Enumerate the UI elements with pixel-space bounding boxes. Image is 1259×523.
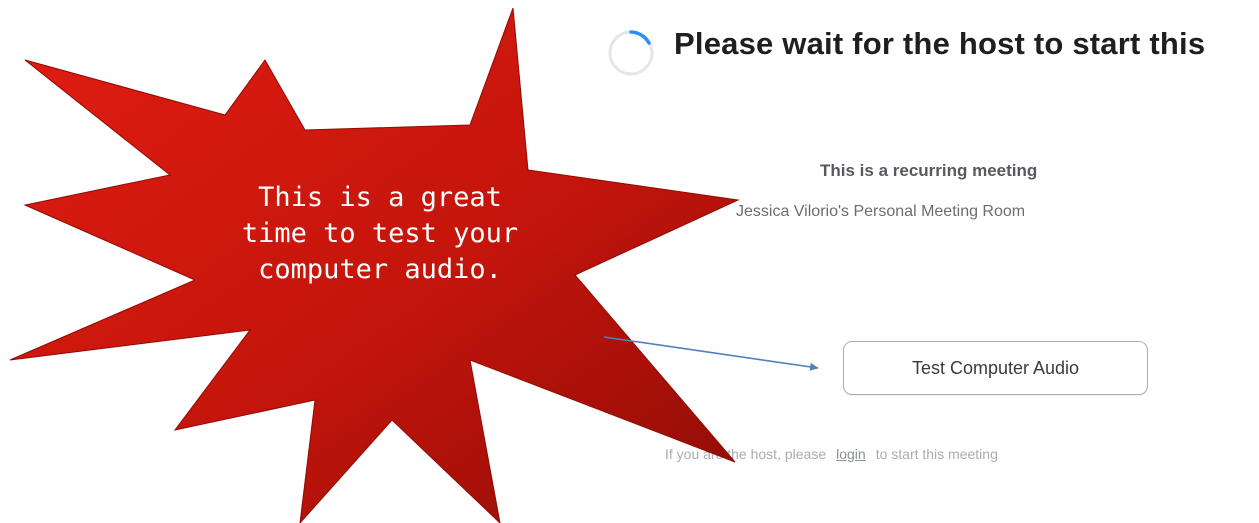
callout-text: This is a great time to test your comput…: [241, 182, 519, 285]
callout-overlay: [9, 7, 819, 523]
